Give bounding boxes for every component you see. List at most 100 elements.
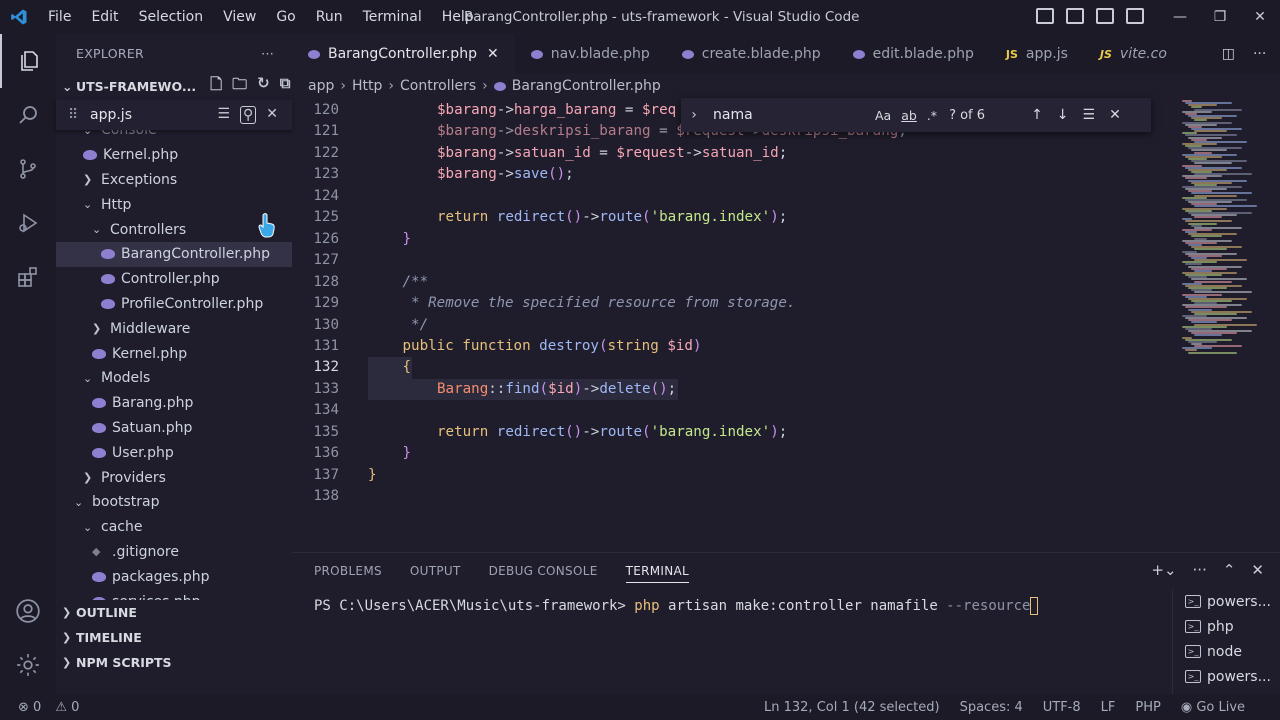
menu-view[interactable]: View — [213, 0, 266, 34]
customize-layout-icon[interactable] — [1126, 8, 1144, 24]
more-actions-icon[interactable]: ··· — [261, 46, 274, 61]
collapse-all-icon[interactable]: ⧉ — [280, 74, 291, 99]
close-window-button[interactable]: ✕ — [1240, 0, 1280, 34]
menu-go[interactable]: Go — [266, 0, 305, 34]
tab-vite-config[interactable]: JS vite.co — [1084, 34, 1183, 74]
tree-item[interactable]: ⌄ cache — [56, 515, 292, 540]
whole-word-toggle[interactable]: ab — [901, 108, 917, 123]
regex-toggle[interactable]: .* — [927, 108, 937, 123]
breadcrumb-item[interactable]: BarangController.php — [512, 78, 661, 94]
cursor-position[interactable]: Ln 132, Col 1 (42 selected) — [764, 700, 940, 715]
code-line[interactable]: 134 — [292, 400, 1172, 422]
find-input[interactable]: nama — [707, 107, 875, 123]
code-line[interactable]: 136} — [292, 443, 1172, 465]
fuzzy-match-icon[interactable]: ⚲ — [240, 106, 257, 124]
status-problems[interactable]: ⊗ 0 ⚠ 0 — [0, 700, 79, 715]
split-editor-icon[interactable]: ◫ — [1222, 46, 1235, 62]
account-icon[interactable] — [0, 584, 56, 638]
close-panel-icon[interactable]: ✕ — [1251, 561, 1264, 579]
tree-item[interactable]: Kernel.php — [56, 341, 292, 366]
language-mode[interactable]: PHP — [1135, 700, 1160, 715]
tab-app-js[interactable]: JS app.js — [990, 34, 1084, 74]
breadcrumb-item[interactable]: Http — [352, 78, 382, 94]
menu-run[interactable]: Run — [306, 0, 353, 34]
tree-item[interactable]: Satuan.php — [56, 416, 292, 441]
find-in-selection-icon[interactable]: ☰ — [1083, 107, 1096, 123]
tree-item[interactable]: ⌄ Controllers — [56, 217, 292, 242]
terminal-item-powershell-2[interactable]: >_ powers... — [1173, 664, 1280, 689]
code-line[interactable]: 132 { — [292, 357, 1172, 379]
drag-handle-icon[interactable]: ⠿ — [68, 107, 90, 123]
code-line[interactable]: 130 */ — [292, 315, 1172, 337]
explorer-icon[interactable] — [0, 34, 56, 88]
minimap[interactable] — [1172, 98, 1280, 538]
tree-item[interactable]: services.php — [56, 589, 292, 600]
tab-barangcontroller[interactable]: BarangController.php ✕ — [292, 34, 515, 74]
close-icon[interactable]: ✕ — [1109, 107, 1121, 123]
tree-item[interactable]: BarangController.php — [56, 241, 292, 267]
go-live-button[interactable]: ◉ Go Live — [1181, 700, 1245, 715]
close-tab-icon[interactable]: ✕ — [487, 46, 499, 62]
minimize-button[interactable]: — — [1160, 0, 1200, 34]
more-actions-icon[interactable]: ··· — [1253, 46, 1266, 62]
code-line[interactable]: 122 $barang->satuan_id = $request->satuan… — [292, 143, 1172, 165]
arrow-up-icon[interactable]: ↑ — [1031, 107, 1043, 123]
code-line[interactable]: 128 /** — [292, 272, 1172, 294]
code-line[interactable]: 123 $barang->save(); — [292, 164, 1172, 186]
tree-item[interactable]: User.php — [56, 440, 292, 465]
code-line[interactable]: 127 — [292, 250, 1172, 272]
timeline-section[interactable]: ❯ TIMELINE — [56, 625, 292, 650]
run-debug-icon[interactable] — [0, 196, 56, 250]
tree-item[interactable]: ❯ Middleware — [56, 316, 292, 341]
source-control-icon[interactable] — [0, 142, 56, 196]
terminal-output[interactable]: PS C:\Users\ACER\Music\uts-framework> ph… — [314, 597, 1039, 615]
explorer-find-row[interactable]: ⠿ app.js ☰ ⚲ ✕ — [56, 100, 292, 130]
refresh-icon[interactable]: ↻ — [257, 74, 270, 99]
code-line[interactable]: 138 — [292, 486, 1172, 508]
match-case-toggle[interactable]: Aa — [875, 108, 891, 123]
npm-scripts-section[interactable]: ❯ NPM SCRIPTS — [56, 650, 292, 675]
terminal-item-php[interactable]: >_ php — [1173, 614, 1280, 639]
tree-item[interactable]: packages.php — [56, 564, 292, 589]
tree-item[interactable]: ProfileController.php — [56, 292, 292, 317]
tab-nav-blade[interactable]: nav.blade.php — [515, 34, 666, 74]
menu-edit[interactable]: Edit — [81, 0, 128, 34]
code-line[interactable]: 129 * Remove the specified resource from… — [292, 293, 1172, 315]
tree-item[interactable]: ⌄ Http — [56, 192, 292, 217]
new-folder-icon[interactable]: 🗀 — [232, 74, 247, 99]
encoding[interactable]: UTF-8 — [1043, 700, 1081, 715]
menu-terminal[interactable]: Terminal — [353, 0, 432, 34]
toggle-panel-icon[interactable] — [1066, 8, 1084, 24]
code-editor[interactable]: 120 $barang->harga_barang = $req 121 $baran… — [292, 98, 1280, 538]
extensions-icon[interactable] — [0, 250, 56, 304]
settings-gear-icon[interactable] — [0, 638, 56, 692]
tab-edit-blade[interactable]: edit.blade.php — [837, 34, 990, 74]
toggle-sidebar-icon[interactable] — [1036, 8, 1054, 24]
tab-problems[interactable]: PROBLEMS — [314, 564, 382, 578]
code-line[interactable]: 124 — [292, 186, 1172, 208]
explorer-find-input[interactable]: app.js — [90, 107, 132, 123]
code-line[interactable]: 137} — [292, 465, 1172, 487]
end-of-line[interactable]: LF — [1101, 700, 1116, 715]
search-icon[interactable] — [0, 88, 56, 142]
code-line[interactable]: 131 public function destroy(string $id) — [292, 336, 1172, 358]
new-terminal-icon[interactable]: +⌄ — [1151, 561, 1176, 579]
breadcrumb-item[interactable]: Controllers — [400, 78, 476, 94]
code-line[interactable]: 133 Barang::find($id)->delete(); — [292, 378, 1172, 401]
close-find-icon[interactable]: ✕ — [266, 106, 278, 124]
tab-output[interactable]: OUTPUT — [410, 564, 461, 578]
tree-item[interactable]: ❯ Providers — [56, 465, 292, 490]
maximize-button[interactable]: ❐ — [1200, 0, 1240, 34]
tab-debug-console[interactable]: DEBUG CONSOLE — [489, 564, 598, 578]
project-header[interactable]: ⌄ UTS-FRAMEWO... 🗋 🗀 ↻ ⧉ — [56, 72, 292, 100]
menu-file[interactable]: File — [38, 0, 81, 34]
tree-item[interactable]: ⌄ Console — [56, 130, 292, 143]
tab-terminal[interactable]: TERMINAL — [625, 559, 690, 583]
tree-item[interactable]: Controller.php — [56, 267, 292, 292]
indentation[interactable]: Spaces: 4 — [960, 700, 1023, 715]
toggle-secondary-sidebar-icon[interactable] — [1096, 8, 1114, 24]
tree-item[interactable]: Kernel.php — [56, 143, 292, 168]
arrow-down-icon[interactable]: ↓ — [1057, 107, 1069, 123]
new-file-icon[interactable]: 🗋 — [210, 74, 222, 99]
maximize-panel-icon[interactable]: ⌃ — [1223, 561, 1236, 579]
